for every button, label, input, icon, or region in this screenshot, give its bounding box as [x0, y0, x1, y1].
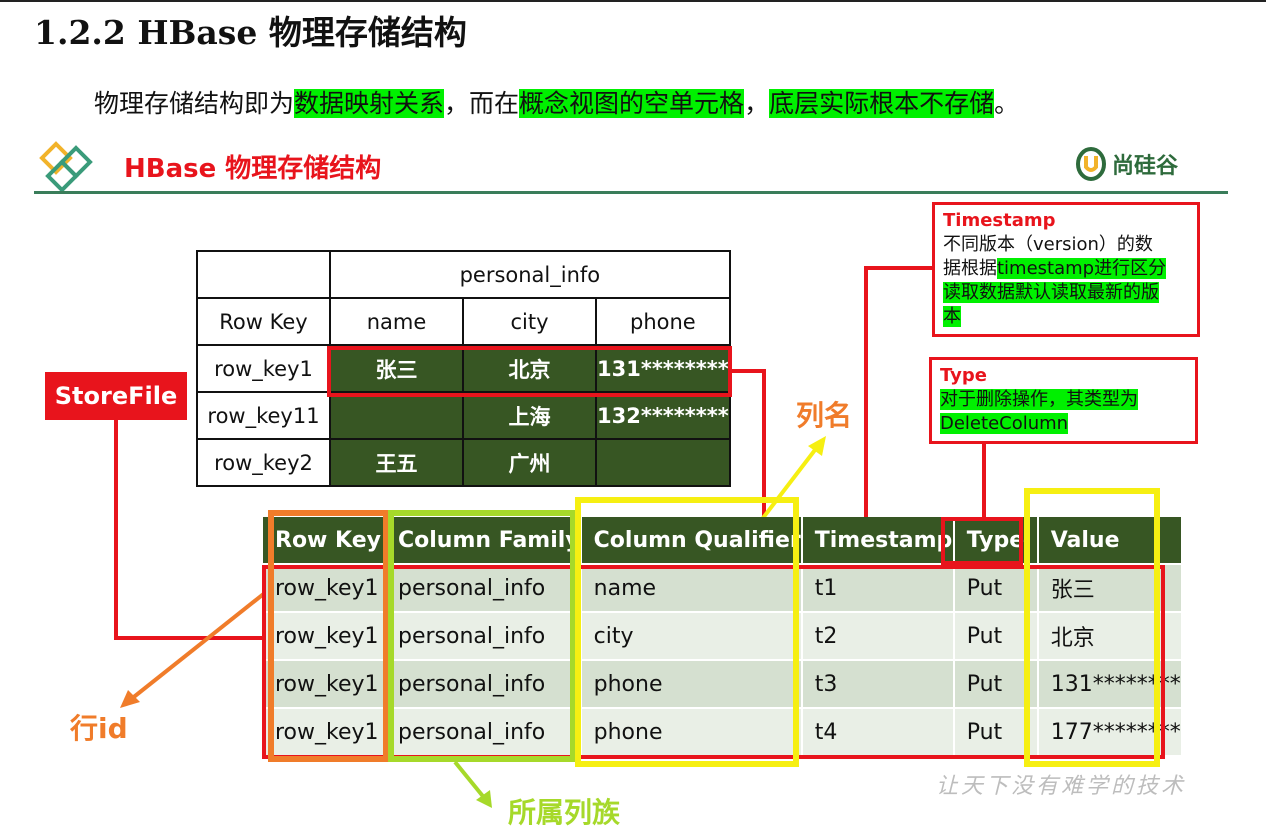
column-header: name [329, 297, 464, 346]
row-key-cell: row_key1 [196, 344, 331, 393]
column-header: Row Key [196, 297, 331, 346]
row-id-label: 行id [70, 712, 128, 745]
type-header-box [941, 517, 1023, 565]
table-cell [196, 250, 331, 299]
type-note-title: Type [940, 365, 987, 386]
value-column-box [1024, 488, 1160, 767]
timestamp-note-highlight: timestamp进行区分 [997, 258, 1167, 279]
type-note-highlight: 对于删除操作，其类型为 [940, 389, 1138, 410]
timestamp-note-line: 读取数据默认读取最新的版 [943, 281, 1189, 305]
timestamp-note-title: Timestamp [943, 210, 1056, 231]
row-key-cell: row_key2 [196, 438, 331, 487]
row-key-column-box [268, 510, 389, 762]
type-note-highlight: DeleteColumn [940, 413, 1069, 434]
timestamp-note-highlight: 本 [943, 306, 961, 327]
watermark: 让天下没有难学的技术 [936, 774, 1187, 799]
table-cell: 上海 [462, 391, 597, 440]
table-row: row_key11 上海 132******** [196, 391, 731, 440]
timestamp-note-highlight: 读取数据默认读取最新的版 [943, 282, 1159, 303]
column-family-label: 所属列族 [508, 796, 621, 829]
column-qualifier-column-box [575, 497, 799, 767]
timestamp-note-line: 本 [943, 305, 1189, 329]
table-cell: 王五 [329, 438, 464, 487]
table-cell: 132******** [595, 391, 731, 440]
storefile-label: StoreFile [45, 372, 187, 420]
table-row: personal_info [196, 250, 731, 299]
timestamp-note-text: 据根据 [943, 258, 997, 279]
timestamp-note: Timestamp 不同版本（version）的数 据根据timestamp进行… [932, 202, 1200, 337]
timestamp-note-line: 据根据timestamp进行区分 [943, 257, 1189, 281]
row-key1-highlight-box [327, 346, 732, 397]
column-name-label: 列名 [796, 399, 853, 432]
table-cell [595, 438, 731, 487]
row-key-cell: row_key11 [196, 391, 331, 440]
column-header: phone [595, 297, 731, 346]
table-cell: 广州 [462, 438, 597, 487]
type-note-line: DeleteColumn [940, 412, 1187, 436]
column-header: Timestamp [801, 517, 955, 564]
table-row: Row Key name city phone [196, 297, 731, 346]
timestamp-note-line: 不同版本（version）的数 [943, 234, 1153, 255]
type-note-line: 对于删除操作，其类型为 [940, 388, 1187, 412]
table-cell [329, 391, 464, 440]
column-family-column-box [388, 510, 576, 762]
type-note: Type 对于删除操作，其类型为 DeleteColumn [929, 357, 1198, 444]
table-row: row_key2 王五 广州 [196, 438, 731, 487]
column-header: city [462, 297, 597, 346]
column-family-header: personal_info [329, 250, 731, 299]
